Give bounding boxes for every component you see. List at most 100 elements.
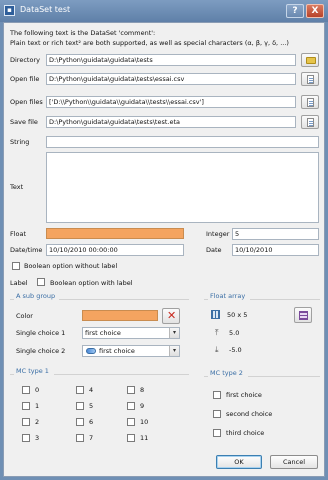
mc1-checkbox-7[interactable] bbox=[76, 434, 84, 442]
mc1-checkbox-2[interactable] bbox=[22, 418, 30, 426]
close-button[interactable]: X bbox=[306, 4, 324, 18]
datetime-field[interactable]: 10/10/2010 00:00:00 bbox=[46, 244, 184, 256]
mc2-checkbox-first[interactable] bbox=[213, 391, 221, 399]
open-file-label: Open file bbox=[10, 75, 40, 83]
mc1-label-5: 5 bbox=[89, 402, 94, 410]
mc1-checkbox-9[interactable] bbox=[127, 402, 135, 410]
mc1-label-6: 6 bbox=[89, 418, 94, 426]
directory-field[interactable]: D:\Python\guidata\guidata\tests bbox=[46, 54, 296, 66]
red-x-icon: ✕ bbox=[167, 309, 177, 322]
max-arrow-icon: ⤒ bbox=[215, 328, 219, 337]
integer-label: Integer bbox=[206, 230, 230, 238]
mc1-checkbox-4[interactable] bbox=[76, 386, 84, 394]
mc-type-1-divider-left bbox=[10, 374, 14, 375]
float-field[interactable] bbox=[46, 228, 184, 239]
mc1-label-11: 11 bbox=[140, 434, 149, 442]
date-label: Date bbox=[206, 246, 222, 254]
bool-without-label-checkbox[interactable] bbox=[12, 262, 20, 270]
mc-type-2-divider bbox=[248, 376, 320, 377]
open-file-browse-button[interactable] bbox=[301, 72, 319, 86]
window-title: DataSet test bbox=[20, 5, 71, 14]
subgroup-title: A sub group bbox=[16, 292, 56, 300]
single-choice-1-value: first choice bbox=[85, 329, 121, 337]
text-label: Text bbox=[10, 183, 24, 191]
mc1-checkbox-3[interactable] bbox=[22, 434, 30, 442]
mc-type-1-divider bbox=[54, 374, 189, 375]
float-array-title: Float array bbox=[210, 292, 246, 300]
bool-with-label-text: Boolean option with label bbox=[50, 279, 133, 287]
mc1-label-3: 3 bbox=[35, 434, 40, 442]
folder-open-icon bbox=[306, 57, 316, 64]
directory-browse-button[interactable] bbox=[301, 53, 319, 67]
dialog-body: The following text is the DataSet 'comme… bbox=[3, 22, 325, 477]
float-label: Float bbox=[10, 230, 27, 238]
comment-line-2: Plain text or rich text² are both suppor… bbox=[10, 39, 289, 47]
chevron-down-icon[interactable]: ▾ bbox=[169, 328, 179, 338]
text-area[interactable] bbox=[46, 152, 319, 223]
min-arrow-icon: ⤓ bbox=[215, 345, 219, 354]
mc1-label-0: 0 bbox=[35, 386, 40, 394]
document-icon bbox=[307, 98, 314, 107]
document-icon bbox=[307, 118, 314, 127]
title-bar[interactable]: ▪ DataSet test ? X bbox=[0, 0, 328, 22]
mc1-label-4: 4 bbox=[89, 386, 94, 394]
mc1-label-8: 8 bbox=[140, 386, 145, 394]
directory-label: Directory bbox=[10, 56, 40, 64]
float-array-divider-left bbox=[204, 299, 208, 300]
mc2-label-first: first choice bbox=[226, 391, 262, 399]
app-icon: ▪ bbox=[4, 5, 15, 16]
mc1-checkbox-1[interactable] bbox=[22, 402, 30, 410]
mc1-checkbox-10[interactable] bbox=[127, 418, 135, 426]
document-icon bbox=[307, 75, 314, 84]
mc1-checkbox-5[interactable] bbox=[76, 402, 84, 410]
mc1-label-7: 7 bbox=[89, 434, 94, 442]
mc1-label-1: 1 bbox=[35, 402, 40, 410]
mc2-checkbox-second[interactable] bbox=[213, 410, 221, 418]
open-files-browse-button[interactable] bbox=[301, 95, 319, 109]
table-grid-icon bbox=[211, 310, 220, 319]
float-array-max: 5.0 bbox=[229, 329, 240, 337]
string-field[interactable] bbox=[46, 136, 319, 148]
bool-label-left: Label bbox=[10, 279, 28, 287]
open-files-field[interactable]: ['D:\\Python\\guidata\\guidata\\tests\\e… bbox=[46, 96, 296, 108]
table-edit-icon bbox=[299, 311, 308, 320]
float-array-size: 50 x 5 bbox=[227, 311, 248, 319]
choice-swatch-icon bbox=[86, 348, 96, 354]
float-array-min: -5.0 bbox=[229, 346, 242, 354]
mc-type-2-title: MC type 2 bbox=[210, 369, 243, 377]
open-files-label: Open files bbox=[10, 98, 43, 106]
subgroup-divider bbox=[59, 299, 189, 300]
color-label: Color bbox=[16, 312, 33, 320]
bool-with-label-checkbox[interactable] bbox=[37, 278, 45, 286]
date-field[interactable]: 10/10/2010 bbox=[232, 244, 319, 256]
save-file-browse-button[interactable] bbox=[301, 115, 319, 129]
float-array-divider bbox=[250, 299, 320, 300]
subgroup-divider-left bbox=[10, 299, 14, 300]
color-clear-button[interactable]: ✕ bbox=[162, 308, 180, 324]
mc1-checkbox-6[interactable] bbox=[76, 418, 84, 426]
mc1-label-2: 2 bbox=[35, 418, 40, 426]
single-choice-1-label: Single choice 1 bbox=[16, 329, 66, 337]
single-choice-2-combo[interactable]: first choice ▾ bbox=[82, 345, 180, 357]
dialog-window: ▪ DataSet test ? X The following text is… bbox=[0, 0, 328, 480]
single-choice-1-combo[interactable]: first choice ▾ bbox=[82, 327, 180, 339]
chevron-down-icon[interactable]: ▾ bbox=[169, 346, 179, 356]
mc2-label-third: third choice bbox=[226, 429, 265, 437]
mc2-checkbox-third[interactable] bbox=[213, 429, 221, 437]
mc1-checkbox-8[interactable] bbox=[127, 386, 135, 394]
mc1-checkbox-0[interactable] bbox=[22, 386, 30, 394]
mc1-checkbox-11[interactable] bbox=[127, 434, 135, 442]
color-swatch-field[interactable] bbox=[82, 310, 158, 321]
integer-field[interactable]: 5 bbox=[232, 228, 319, 240]
mc-type-1-title: MC type 1 bbox=[16, 367, 49, 375]
mc1-label-9: 9 bbox=[140, 402, 145, 410]
ok-button[interactable]: OK bbox=[216, 455, 262, 469]
open-file-field[interactable]: D:\Python\guidata\guidata\tests\essai.cs… bbox=[46, 73, 296, 85]
cancel-button[interactable]: Cancel bbox=[270, 455, 318, 469]
float-array-edit-button[interactable] bbox=[294, 307, 312, 323]
help-button[interactable]: ? bbox=[286, 4, 304, 18]
save-file-field[interactable]: D:\Python\guidata\guidata\tests\test.eta bbox=[46, 116, 296, 128]
mc2-label-second: second choice bbox=[226, 410, 273, 418]
string-label: String bbox=[10, 138, 30, 146]
comment-line-1: The following text is the DataSet 'comme… bbox=[10, 29, 156, 37]
